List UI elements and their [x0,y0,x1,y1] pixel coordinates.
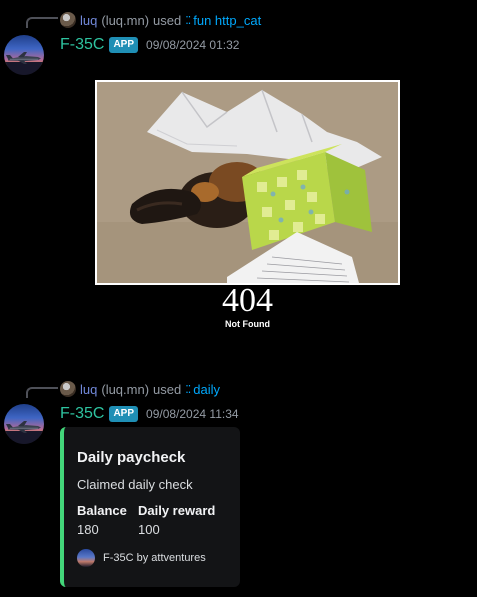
reply-connector [26,387,58,398]
daily-embed: Daily paycheck Claimed daily check Balan… [60,427,240,587]
reply-user-avatar[interactable] [60,12,76,28]
embed-description: Claimed daily check [77,477,193,492]
http-status-code: 404 [222,282,273,319]
message-header: F-35C APP 09/08/2024 01:32 [60,35,239,55]
app-badge: APP [109,406,139,422]
message-header: F-35C APP 09/08/2024 11:34 [60,404,239,424]
embed-title: Daily paycheck [77,449,186,466]
bot-avatar[interactable] [4,404,44,444]
message-timestamp[interactable]: 09/08/2024 11:34 [146,407,239,421]
cat-photo [97,82,398,283]
reply-user-name[interactable]: luq [80,13,97,28]
footer-avatar-icon [77,549,95,567]
command-link[interactable]: ⁚⁚ fun http_cat [185,13,261,28]
reply-user-handle: (luq.mn) [101,381,150,397]
fighter-jet-icon [4,421,44,444]
embed-field-daily-reward: Daily reward 100 [138,503,215,537]
embed-field-balance: Balance 180 [77,503,127,537]
footer-text: F-35C by attventures [103,552,206,564]
reply-user-avatar[interactable] [60,381,76,397]
command-name: fun http_cat [193,12,262,28]
message-timestamp[interactable]: 09/08/2024 01:32 [146,38,239,52]
field-value: 100 [138,522,160,537]
reply-used-label: used [153,381,182,397]
bot-avatar[interactable] [4,35,44,75]
author-name[interactable]: F-35C [60,405,104,423]
reply-user-handle: (luq.mn) [101,12,150,28]
reply-reference[interactable]: luq (luq.mn) used ⁚⁚ daily [60,381,220,397]
slash-command-icon: ⁚⁚ [185,383,191,396]
reply-user-name[interactable]: luq [80,382,97,397]
field-name: Balance [77,503,127,518]
command-name: daily [193,381,220,397]
field-value: 180 [77,522,99,537]
field-name: Daily reward [138,503,216,518]
fighter-jet-icon [4,52,44,75]
slash-command-icon: ⁚⁚ [185,14,191,27]
app-badge: APP [109,37,139,53]
http-cat-image[interactable] [95,80,400,285]
reply-connector [26,17,58,28]
reply-reference[interactable]: luq (luq.mn) used ⁚⁚ fun http_cat [60,12,261,28]
command-link[interactable]: ⁚⁚ daily [185,382,220,397]
embed-footer: F-35C by attventures [77,549,206,567]
author-name[interactable]: F-35C [60,36,104,54]
reply-used-label: used [153,12,182,28]
cat-in-box-illustration [97,82,398,283]
http-status-text: Not Found [225,319,270,329]
